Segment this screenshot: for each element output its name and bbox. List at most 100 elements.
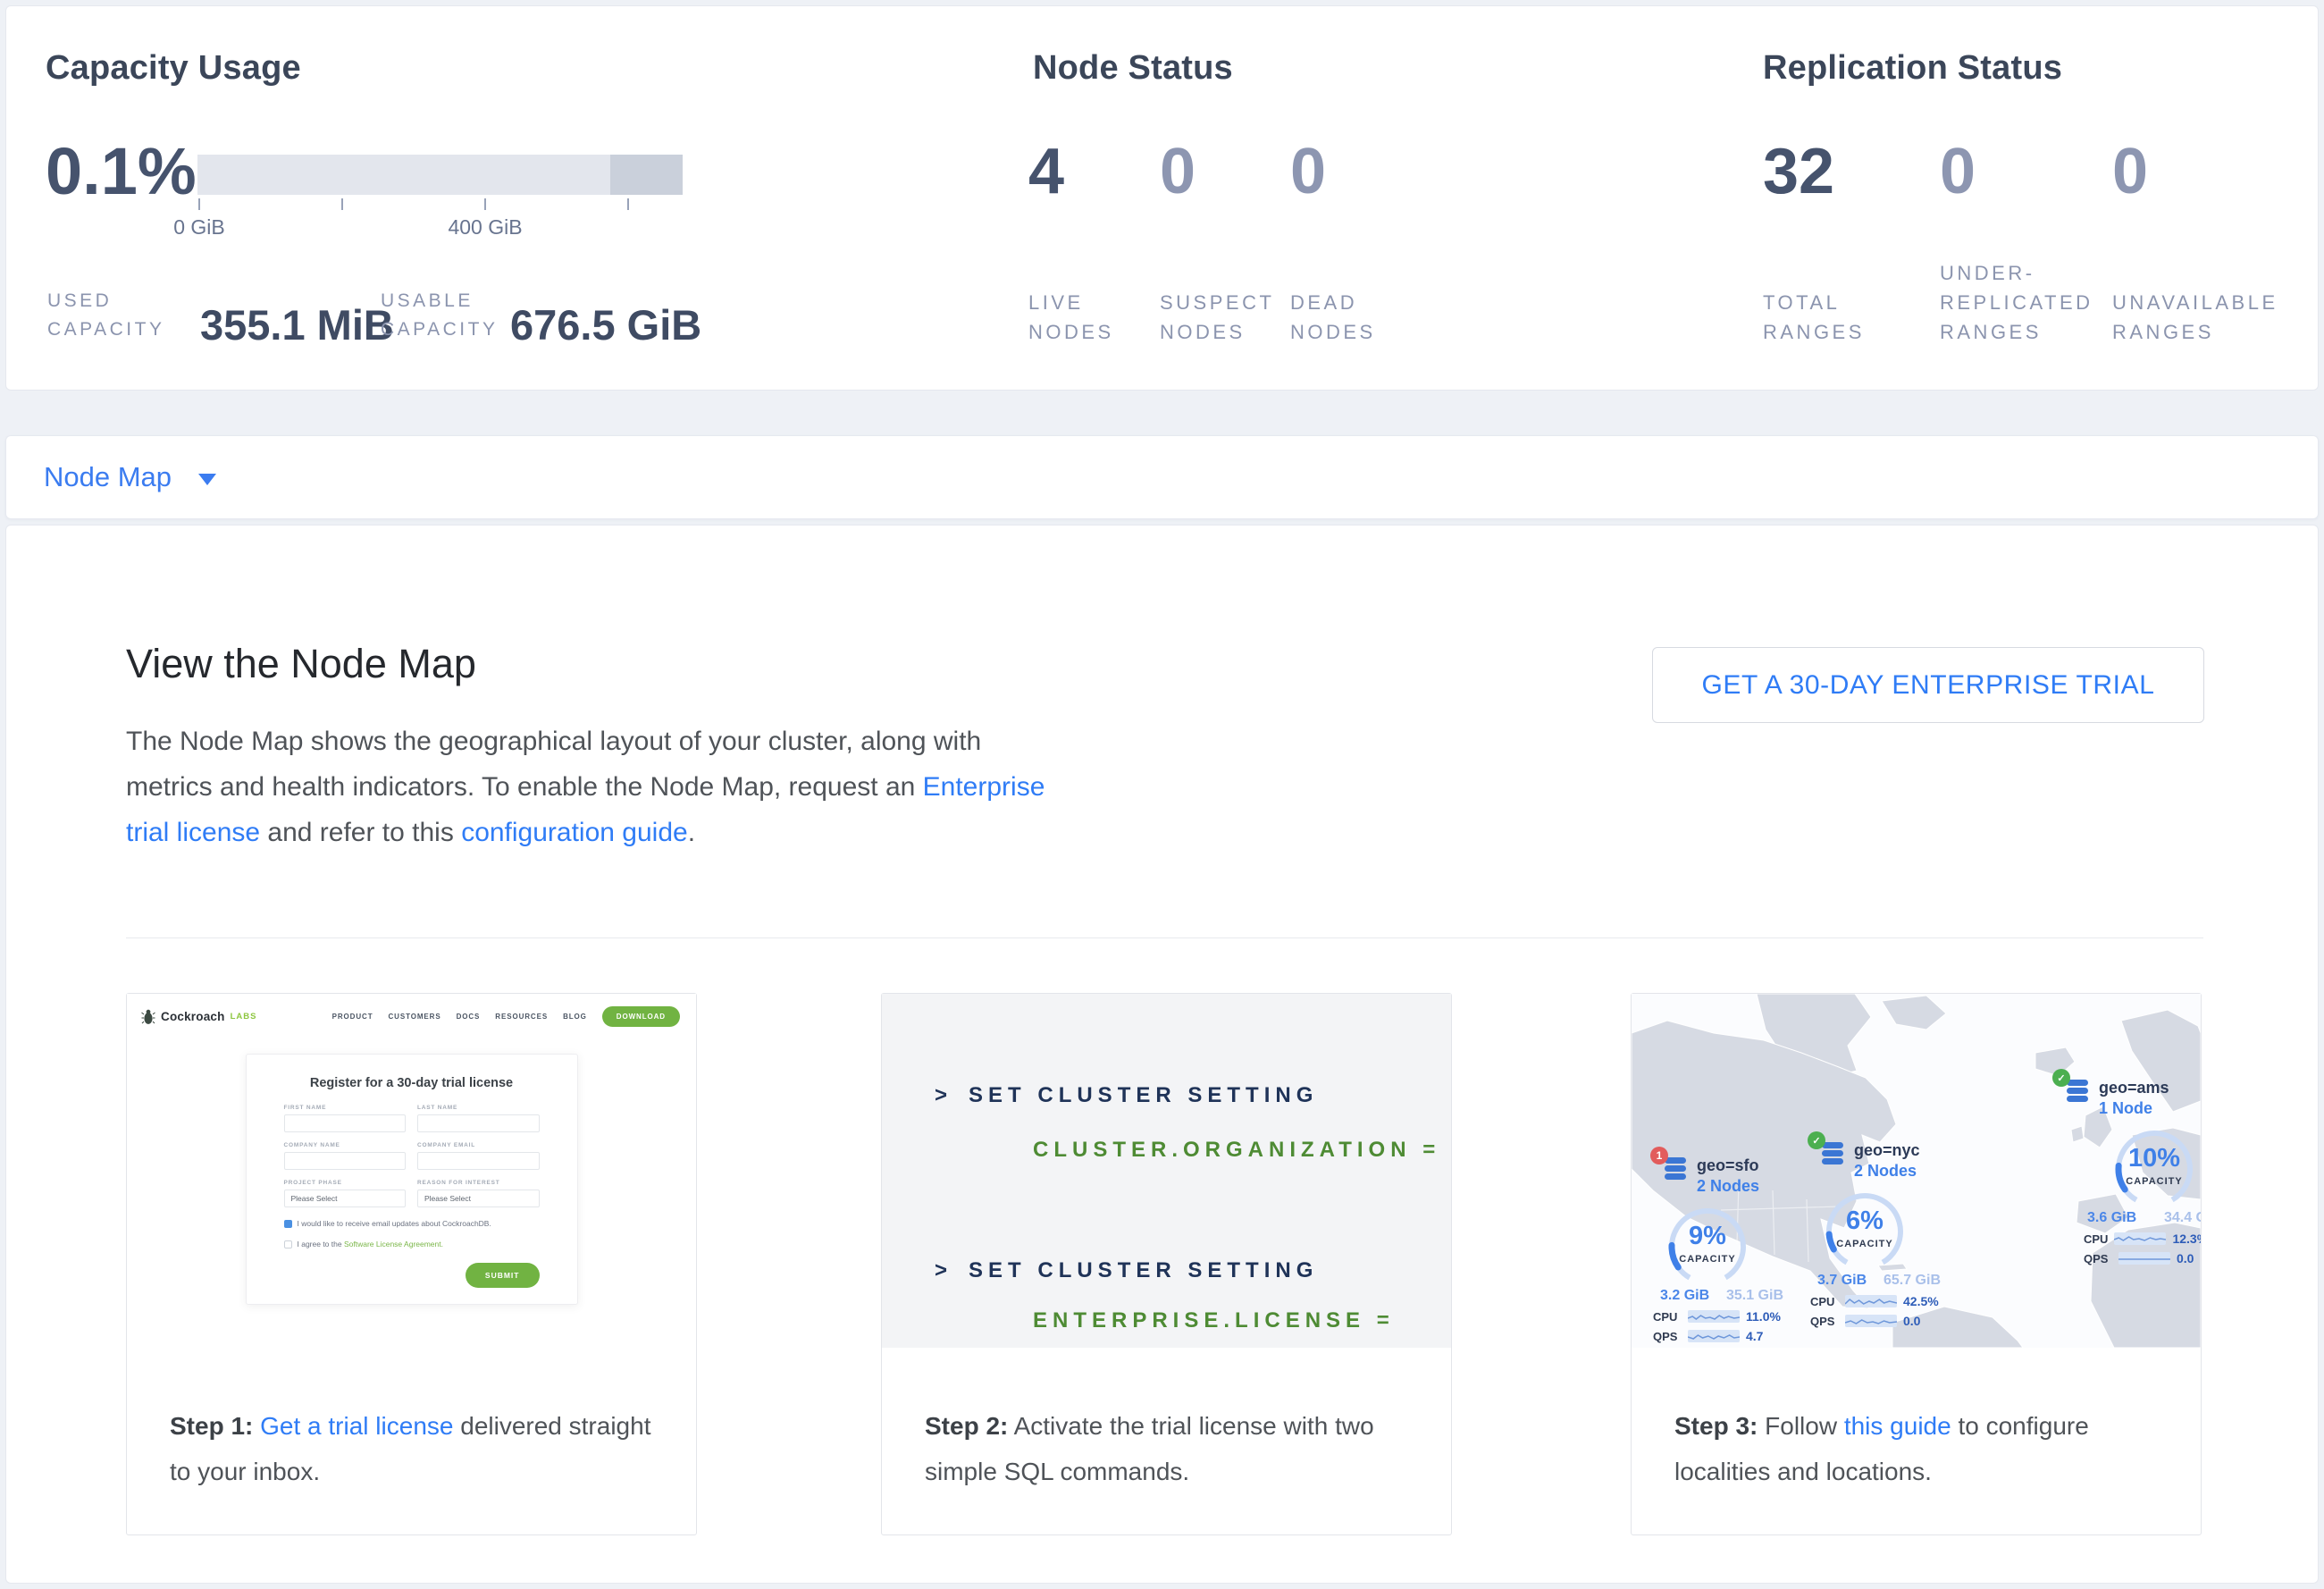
live-nodes-label: LIVE NODES	[1028, 288, 1114, 347]
enterprise-trial-license-link[interactable]: Enterprise	[923, 772, 1045, 802]
node-map-description: The Node Map shows the geographical layo…	[126, 719, 1045, 855]
site-nav-item: BLOG	[563, 1013, 587, 1021]
used-capacity-value: 355.1 MiB	[200, 303, 394, 348]
total-ranges-count: 32	[1763, 137, 1834, 206]
under-replicated-ranges-count: 0	[1940, 137, 1976, 206]
locality-sfo: 1 geo=sfo 2 Nodes	[1649, 1156, 1801, 1343]
site-nav: PRODUCT CUSTOMERS DOCS RESOURCES BLOG DO…	[332, 1006, 680, 1027]
warning-badge: 1	[1650, 1147, 1668, 1164]
node-map-info-section: View the Node Map The Node Map shows the…	[5, 525, 2319, 1584]
field-label: COMPANY NAME	[284, 1142, 407, 1148]
capacity-gauge: 9% CAPACITY	[1658, 1202, 1757, 1288]
qps-sparkline	[2118, 1252, 2170, 1265]
form-submit-button: SUBMIT	[466, 1263, 540, 1288]
step3-card: 1 geo=sfo 2 Nodes	[1631, 993, 2202, 1535]
used-capacity: 3.7 GiB	[1817, 1273, 1867, 1289]
node-status-title: Node Status	[1033, 49, 1233, 88]
locality-node-count: 1 Node	[2099, 1099, 2169, 1117]
step2-card: >SET CLUSTER SETTING CLUSTER.ORGANIZATIO…	[881, 993, 1452, 1535]
sql-prompt: >	[935, 1258, 952, 1282]
suspect-nodes-label: SUSPECT NODES	[1160, 288, 1274, 347]
license-agreement-checkbox	[284, 1240, 292, 1248]
chevron-down-icon	[198, 474, 216, 485]
site-nav-item: PRODUCT	[332, 1013, 373, 1021]
capacity-percent: 0.1%	[46, 137, 197, 206]
locality-nyc: ✓ geo=nyc 2 Nodes	[1807, 1141, 1959, 1328]
site-logo-text: Cockroach	[161, 1010, 225, 1023]
field-label: PROJECT PHASE	[284, 1180, 407, 1186]
dead-nodes-count: 0	[1290, 137, 1326, 206]
locality-name: geo=sfo	[1697, 1156, 1759, 1174]
cockroach-logo-icon	[141, 1009, 155, 1025]
used-capacity: 3.6 GiB	[2087, 1210, 2136, 1226]
capacity-usage-title: Capacity Usage	[46, 49, 301, 88]
locality-ams: ✓ geo=ams 1 Node	[2051, 1079, 2201, 1265]
capacity-bar	[197, 155, 683, 195]
live-nodes-count: 4	[1028, 137, 1064, 206]
field-label: FIRST NAME	[284, 1105, 407, 1111]
qps-sparkline	[1845, 1315, 1897, 1327]
suspect-nodes-count: 0	[1160, 137, 1196, 206]
field-label: REASON FOR INTEREST	[417, 1180, 540, 1186]
usable-capacity-value: 676.5 GiB	[510, 303, 701, 348]
step3-caption: Step 3: Follow this guide to configure l…	[1674, 1403, 2185, 1494]
reason-for-interest-select: Please Select	[417, 1190, 540, 1207]
unavailable-ranges-count: 0	[2112, 137, 2148, 206]
software-license-agreement-link: Software License Agreement.	[344, 1240, 443, 1248]
first-name-field	[284, 1114, 407, 1132]
under-replicated-ranges-label: UNDER- REPLICATED RANGES	[1940, 258, 2093, 347]
site-nav-item: RESOURCES	[495, 1013, 548, 1021]
cpu-sparkline	[1688, 1310, 1740, 1323]
form-title: Register for a 30-day trial license	[284, 1076, 540, 1090]
sql-commands-illustration: >SET CLUSTER SETTING CLUSTER.ORGANIZATIO…	[882, 994, 1451, 1348]
email-updates-checkbox	[284, 1220, 292, 1228]
capacity-gauge: 6% CAPACITY	[1816, 1187, 1914, 1273]
axis-tick	[198, 198, 200, 210]
total-ranges-label: TOTAL RANGES	[1763, 288, 1865, 347]
cpu-sparkline	[2114, 1232, 2166, 1245]
dead-nodes-label: DEAD NODES	[1290, 288, 1376, 347]
enterprise-trial-license-link[interactable]: trial license	[126, 818, 260, 847]
unavailable-ranges-label: UNAVAILABLE RANGES	[2112, 288, 2278, 347]
healthy-badge: ✓	[1808, 1131, 1825, 1149]
field-label: LAST NAME	[417, 1105, 540, 1111]
replication-status-title: Replication Status	[1763, 49, 2062, 88]
cluster-summary-panel: Capacity Usage 0.1% 0 GiB 400 GiB USED C…	[5, 5, 2319, 391]
page-title: View the Node Map	[126, 640, 476, 688]
configuration-guide-link[interactable]: configuration guide	[461, 818, 688, 847]
project-phase-select: Please Select	[284, 1190, 407, 1207]
step2-caption: Step 2: Activate the trial license with …	[925, 1403, 1435, 1494]
last-name-field	[417, 1114, 540, 1132]
node-map-thumbnail: 1 geo=sfo 2 Nodes	[1632, 994, 2201, 1348]
cluster-overview-page: Capacity Usage 0.1% 0 GiB 400 GiB USED C…	[0, 0, 2324, 1589]
trial-license-website-thumbnail: Cockroach LABS PRODUCT CUSTOMERS DOCS RE…	[127, 994, 696, 1348]
company-name-field	[284, 1152, 407, 1170]
node-map-dropdown-label: Node Map	[44, 461, 172, 493]
site-nav-item: DOCS	[457, 1013, 481, 1021]
locality-name: geo=ams	[2099, 1079, 2169, 1097]
site-download-button: DOWNLOAD	[602, 1006, 680, 1027]
axis-tick-label: 0 GiB	[173, 215, 225, 240]
step1-label: Step 1:	[170, 1412, 253, 1440]
step2-label: Step 2:	[925, 1412, 1008, 1440]
locality-node-count: 2 Nodes	[1697, 1177, 1759, 1195]
capacity-gauge: 10% CAPACITY	[2105, 1124, 2201, 1210]
enterprise-trial-button[interactable]: GET A 30-DAY ENTERPRISE TRIAL	[1652, 647, 2204, 723]
locality-node-count: 2 Nodes	[1854, 1162, 1920, 1180]
node-map-dropdown[interactable]: Node Map	[5, 435, 2319, 519]
step3-label: Step 3:	[1674, 1412, 1758, 1440]
sql-prompt: >	[935, 1083, 952, 1107]
healthy-badge: ✓	[2052, 1069, 2070, 1087]
axis-tick	[484, 198, 486, 210]
axis-tick	[627, 198, 629, 210]
get-trial-license-link[interactable]: Get a trial license	[260, 1412, 453, 1440]
step1-caption: Step 1: Get a trial license delivered st…	[170, 1403, 680, 1494]
step1-card: Cockroach LABS PRODUCT CUSTOMERS DOCS RE…	[126, 993, 697, 1535]
axis-tick-label: 400 GiB	[448, 215, 522, 240]
trial-registration-form: Register for a 30-day trial license FIRS…	[246, 1054, 578, 1305]
this-guide-link[interactable]: this guide	[1844, 1412, 1951, 1440]
capacity-bar-chart: 0 GiB 400 GiB	[197, 155, 683, 195]
capacity-bar-reserved-segment	[610, 155, 683, 195]
axis-tick	[341, 198, 343, 210]
used-capacity: 3.2 GiB	[1660, 1288, 1709, 1304]
